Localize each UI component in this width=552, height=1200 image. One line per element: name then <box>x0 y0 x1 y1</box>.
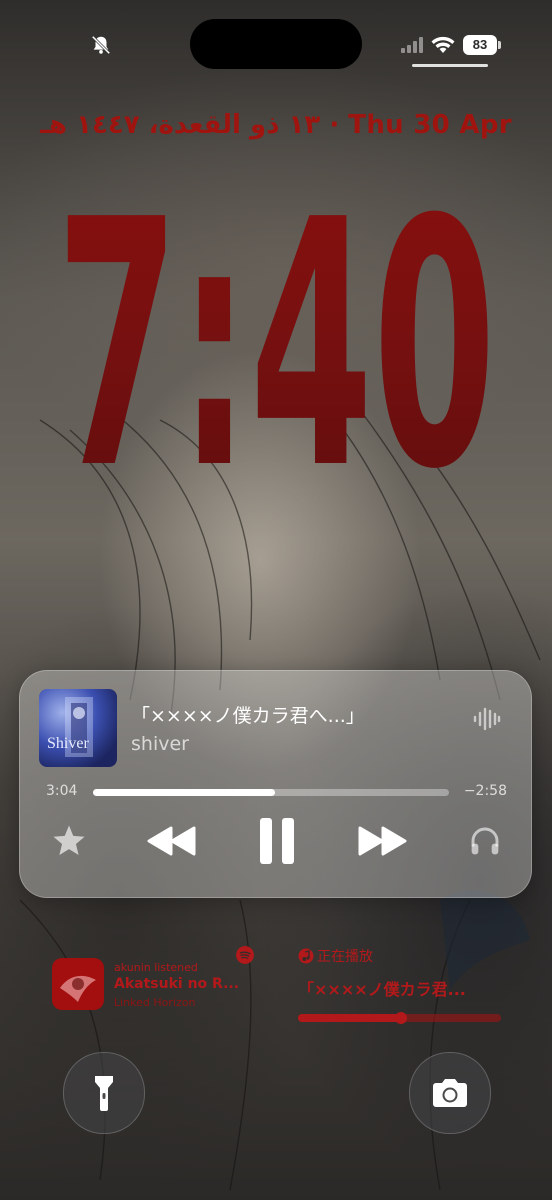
waveform-icon <box>473 707 501 731</box>
pause-icon <box>260 818 294 864</box>
camera-button[interactable] <box>409 1052 491 1134</box>
spotify-widget[interactable]: akunin listened Akatsuki no R... Linked … <box>52 946 262 1015</box>
widget-track-title: Akatsuki no R... <box>114 976 240 992</box>
cellular-icon <box>401 37 423 53</box>
now-playing-widget[interactable]: Shiver 「××××ノ僕カラ君へ...」 shiver 3:04 −2:58 <box>19 670 532 898</box>
now-playing-label: 正在播放 <box>317 949 373 965</box>
mini-widget-title: 「××××ノ僕カラ君... <box>298 980 466 999</box>
flashlight-button[interactable] <box>63 1052 145 1134</box>
control-center-hint[interactable] <box>412 64 488 67</box>
headphones-icon <box>471 827 499 855</box>
dynamic-island <box>190 19 362 69</box>
fast-forward-icon <box>358 826 407 856</box>
music-note-icon <box>298 948 314 964</box>
spotify-icon <box>236 946 254 964</box>
playback-scrubber[interactable] <box>93 789 449 796</box>
pause-button[interactable] <box>252 813 302 869</box>
song-artist: shiver <box>131 733 189 755</box>
flashlight-icon <box>95 1076 113 1111</box>
mini-widget-progress-knob <box>395 1012 407 1024</box>
rewind-button[interactable] <box>144 821 200 861</box>
elapsed-time: 3:04 <box>46 783 78 799</box>
lockscreen-clock: 7:40 <box>56 148 496 488</box>
now-playing-label-row: 正在播放 <box>298 946 373 966</box>
widget-album-art <box>52 958 104 1010</box>
widget-artist: Linked Horizon <box>114 996 196 1009</box>
camera-icon <box>433 1079 467 1107</box>
wifi-icon <box>431 36 455 53</box>
status-indicators: 83 <box>401 35 501 55</box>
mini-widget-progress <box>298 1014 400 1022</box>
favorite-button[interactable] <box>48 821 90 861</box>
fast-forward-button[interactable] <box>354 821 410 861</box>
star-icon <box>53 825 85 856</box>
playback-progress <box>93 789 275 796</box>
clock-time: 7:40 <box>56 148 496 488</box>
silent-bell-icon <box>91 35 111 55</box>
widget-subtitle: akunin listened <box>114 961 198 974</box>
artwork-text: Shiver <box>47 735 89 752</box>
battery-level: 83 <box>472 37 488 52</box>
now-playing-mini-widget[interactable]: 正在播放 「××××ノ僕カラ君... <box>298 946 503 1026</box>
album-artwork[interactable]: Shiver <box>39 689 117 767</box>
rewind-icon <box>147 826 196 856</box>
battery-icon: 83 <box>463 35 501 55</box>
song-title: 「××××ノ僕カラ君へ...」 <box>131 705 365 727</box>
remaining-time: −2:58 <box>463 783 507 799</box>
audio-output-button[interactable] <box>464 821 506 861</box>
